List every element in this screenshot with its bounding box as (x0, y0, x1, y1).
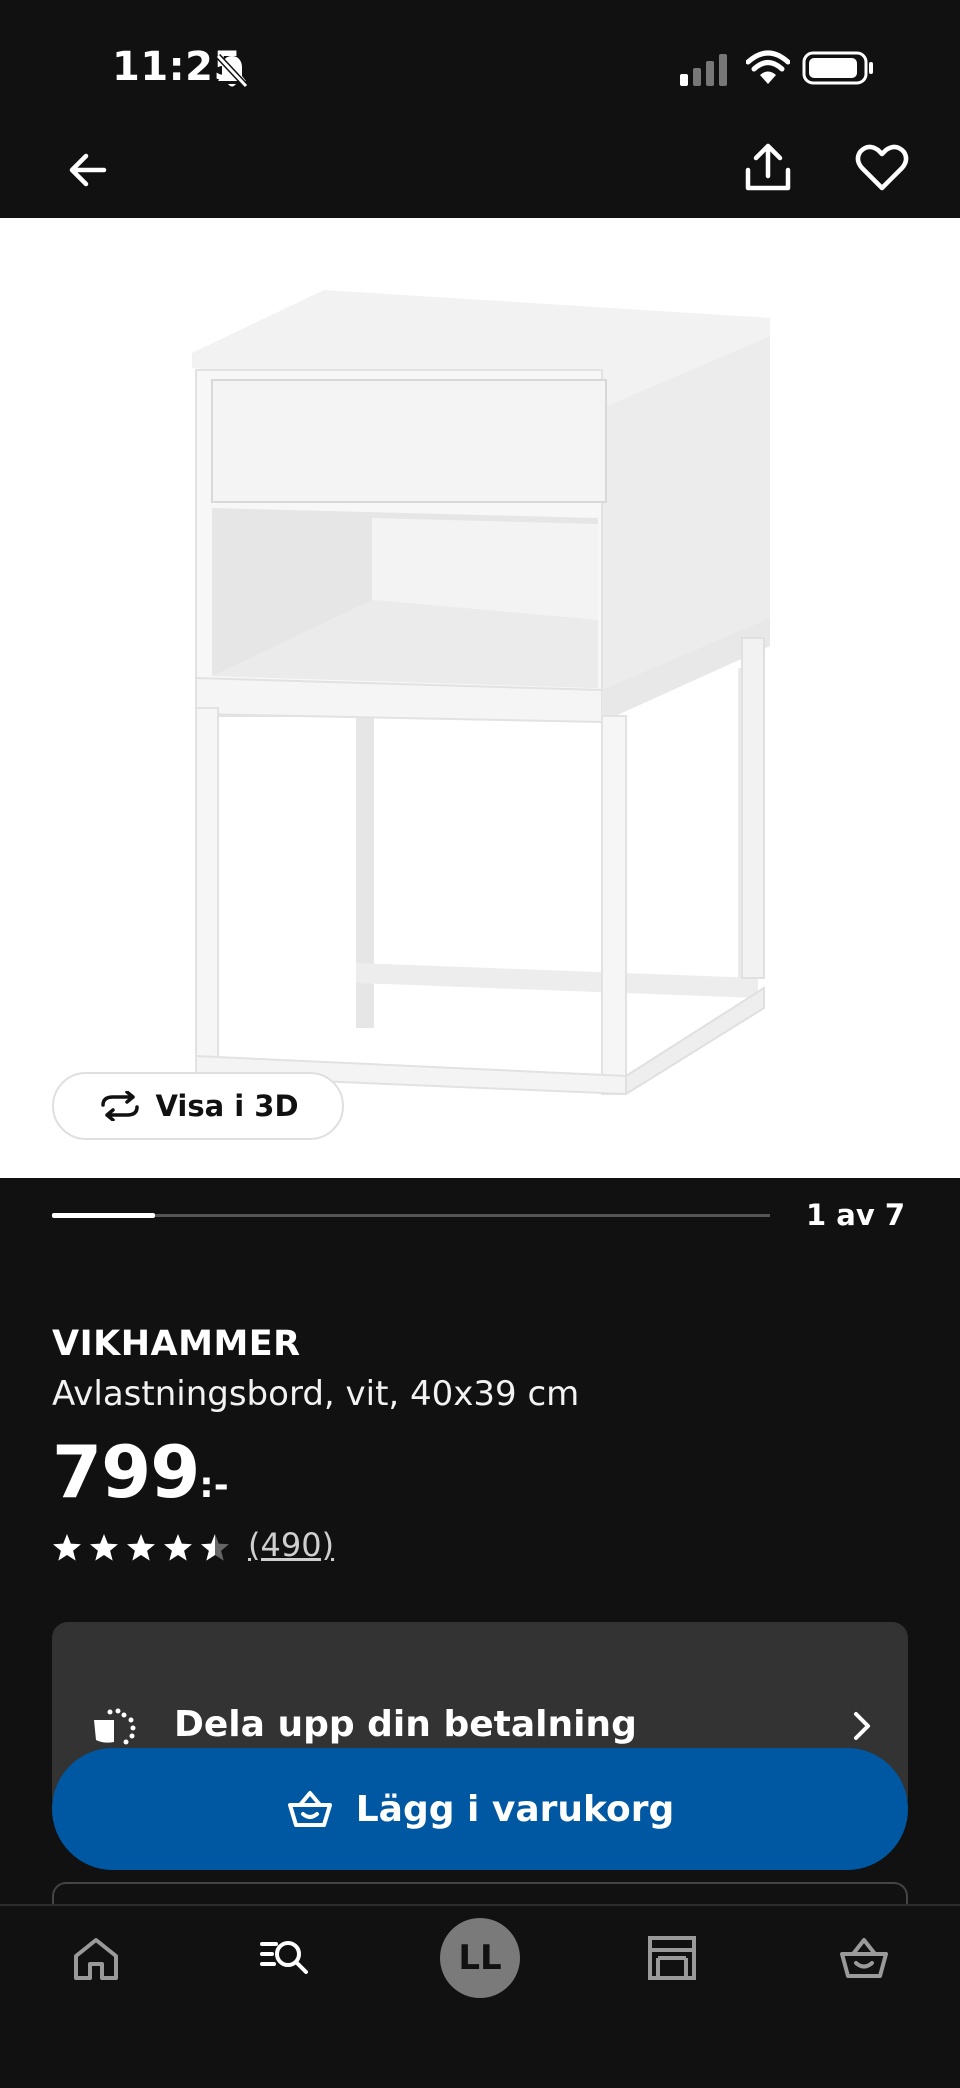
gallery-page-indicator: 1 av 7 (806, 1198, 906, 1232)
view-3d-button[interactable]: Visa i 3D (52, 1072, 344, 1140)
star-icon (90, 1534, 118, 1561)
product-description: Avlastningsbord, vit, 40x39 cm (52, 1374, 580, 1414)
battery-icon (802, 51, 873, 85)
price-value: 799 (52, 1430, 200, 1514)
gallery-progress-fill (52, 1213, 155, 1218)
price-suffix: :- (199, 1465, 229, 1506)
wifi-icon (746, 50, 790, 84)
store-icon[interactable] (644, 1930, 700, 1986)
bell-muted-icon (215, 53, 249, 89)
cart-icon[interactable] (836, 1930, 892, 1986)
split-payment-icon (94, 1708, 136, 1745)
add-to-cart-button[interactable]: Lägg i varukorg (52, 1748, 908, 1870)
product-name: VIKHAMMER (52, 1324, 301, 1364)
star-icon (127, 1534, 155, 1561)
star-icon (164, 1534, 192, 1561)
product-price: 799:- (52, 1430, 229, 1514)
shopping-basket-icon (287, 1791, 332, 1827)
chevron-right-icon (854, 1712, 870, 1740)
view-3d-label: Visa i 3D (155, 1089, 299, 1123)
avatar[interactable]: LL (440, 1918, 520, 1998)
back-arrow-icon[interactable] (60, 142, 116, 198)
heart-icon[interactable] (852, 140, 912, 196)
search-icon[interactable] (258, 1930, 314, 1986)
review-count-link[interactable]: (490) (248, 1526, 334, 1564)
rotate-3d-icon (101, 1091, 140, 1121)
star-icon (53, 1534, 81, 1561)
cell-signal-icon (680, 54, 727, 86)
home-icon[interactable] (68, 1930, 124, 1986)
product-image (192, 290, 770, 1096)
payment-option-label: Dela upp din betalning (174, 1704, 637, 1745)
gallery-progress-track (52, 1214, 770, 1217)
add-to-cart-label: Lägg i varukorg (355, 1788, 675, 1830)
share-icon[interactable] (740, 140, 796, 196)
product-image-area[interactable] (0, 218, 960, 1178)
rating-stars[interactable] (52, 1530, 230, 1564)
